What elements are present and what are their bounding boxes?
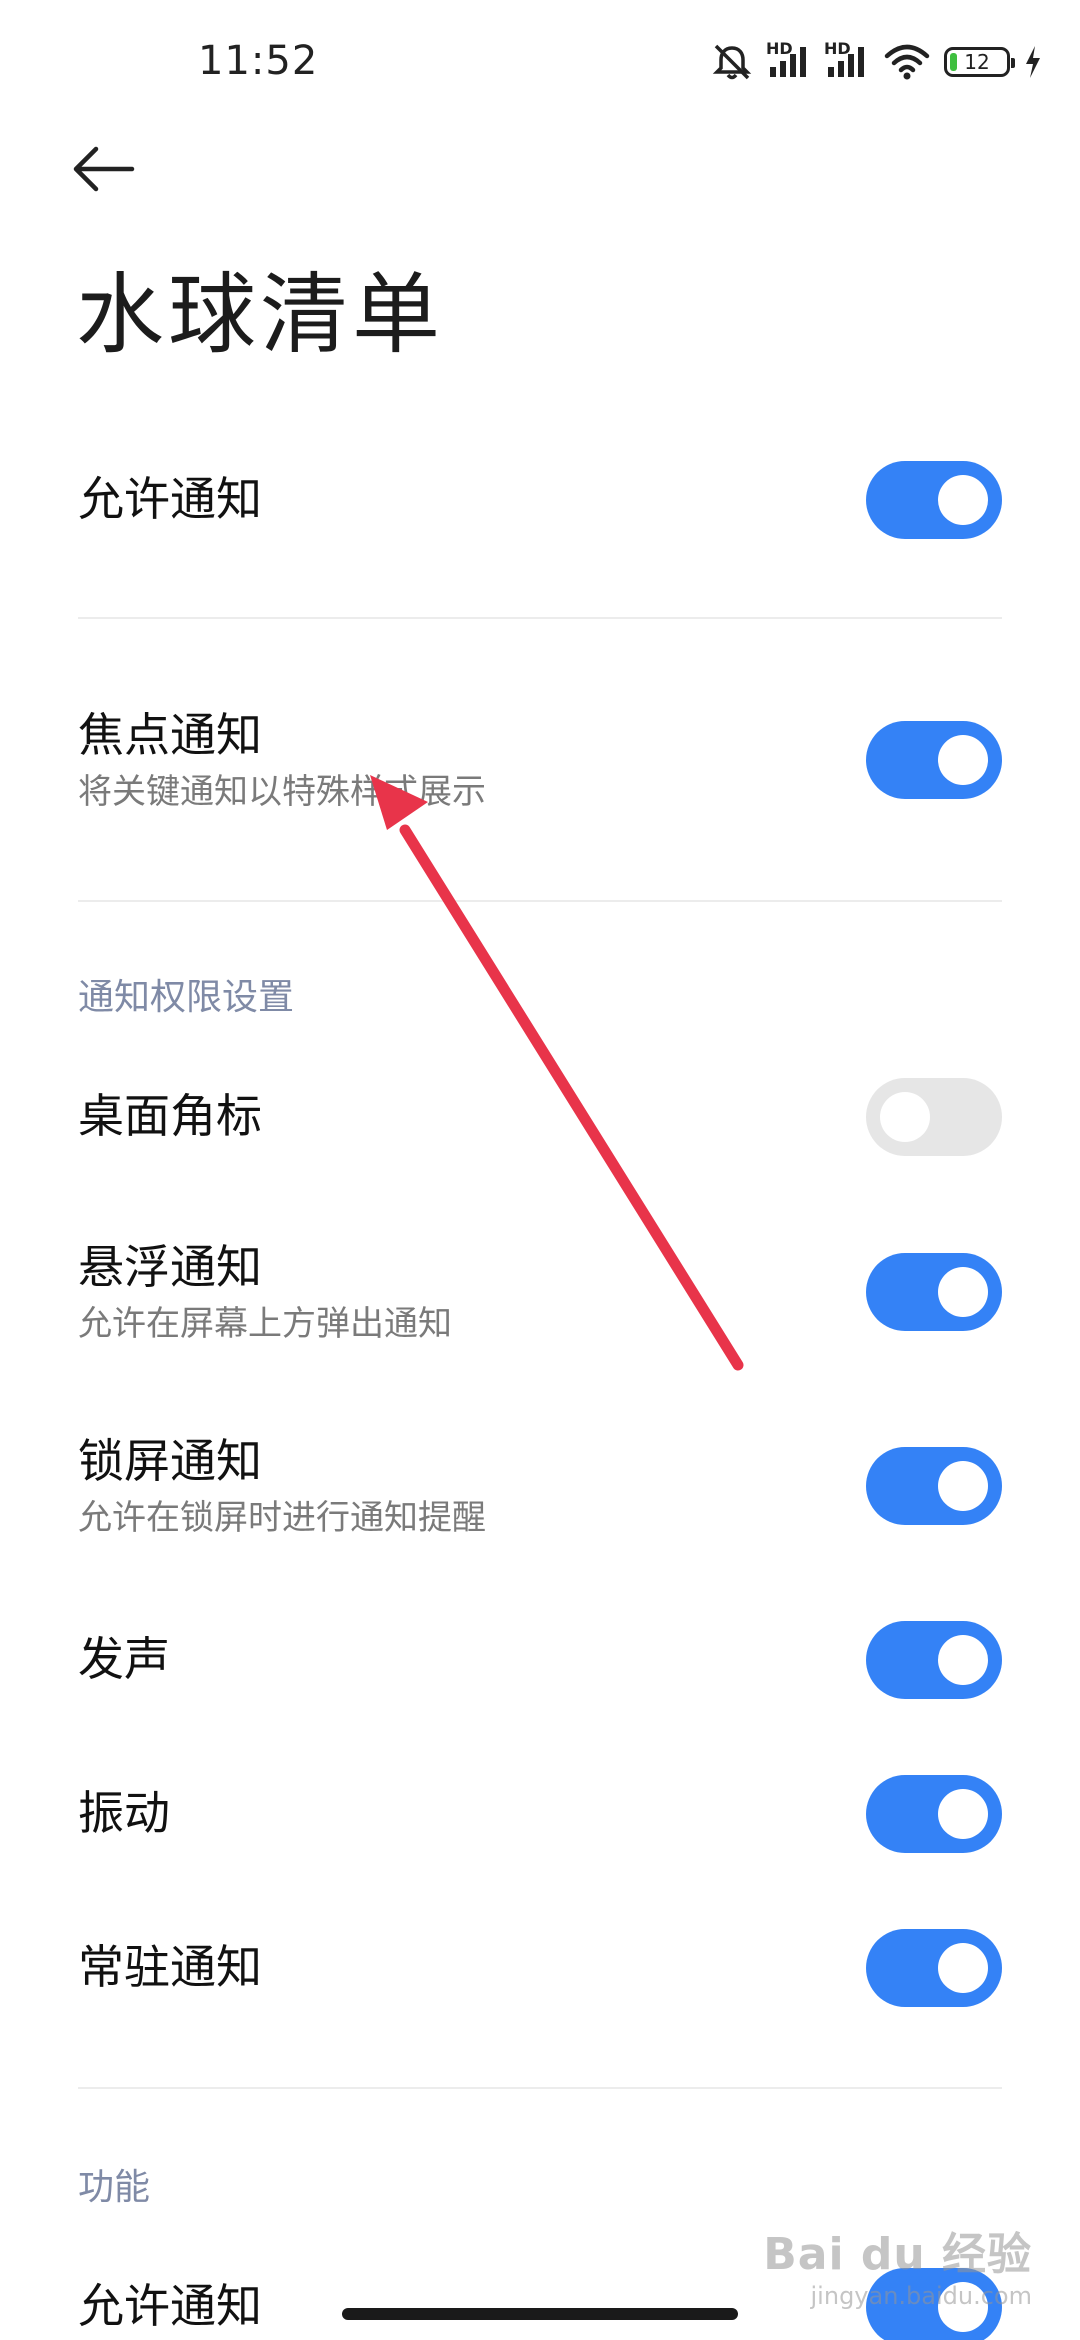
row-text: 发声	[78, 1631, 170, 1689]
row-title: 振动	[78, 1786, 170, 1841]
row-title: 焦点通知	[78, 708, 262, 762]
row-text: 振动	[78, 1785, 170, 1843]
floating-notifications-toggle[interactable]	[866, 1253, 1002, 1331]
toggle-knob	[938, 735, 988, 785]
back-button[interactable]	[72, 134, 152, 204]
watermark: Bai du 经验 jingyan.baidu.com	[763, 2218, 1032, 2310]
row-subtitle: 允许在屏幕上方弹出通知	[78, 1303, 452, 1344]
watermark-logo-text: Bai du 经验	[763, 2229, 1032, 2280]
focus-notifications-toggle[interactable]	[866, 721, 1002, 799]
row-focus-notifications[interactable]: 焦点通知 将关键通知以特殊样式展示	[78, 700, 1002, 820]
signal-group-1: HD	[766, 39, 812, 79]
row-title: 桌面角标	[78, 1089, 262, 1144]
hd-label: HD	[824, 39, 851, 58]
row-desktop-badge[interactable]: 桌面角标	[78, 1072, 1002, 1162]
row-persistent-notification[interactable]: 常驻通知	[78, 1923, 1002, 2013]
page-title: 水球清单	[76, 263, 445, 366]
row-title: 悬浮通知	[78, 1240, 262, 1294]
row-floating-notifications[interactable]: 悬浮通知 允许在屏幕上方弹出通知	[78, 1232, 1002, 1352]
vibrate-toggle[interactable]	[866, 1775, 1002, 1853]
wifi-icon	[884, 44, 930, 80]
toggle-knob	[880, 1092, 930, 1142]
toggle-knob	[938, 1267, 988, 1317]
row-text: 允许通知	[78, 471, 262, 529]
toggle-knob	[938, 1943, 988, 1993]
row-text: 桌面角标	[78, 1088, 262, 1146]
status-bar: 11:52 HD HD 12	[0, 0, 1080, 120]
back-arrow-icon	[73, 146, 135, 192]
lockscreen-notifications-toggle[interactable]	[866, 1447, 1002, 1525]
divider	[78, 617, 1002, 619]
row-text: 焦点通知 将关键通知以特殊样式展示	[78, 707, 486, 813]
toggle-knob	[938, 1461, 988, 1511]
row-title: 常驻通知	[78, 1940, 262, 1995]
row-lockscreen-notifications[interactable]: 锁屏通知 允许在锁屏时进行通知提醒	[78, 1426, 1002, 1546]
status-time: 11:52	[198, 38, 319, 84]
row-sound[interactable]: 发声	[78, 1615, 1002, 1705]
screen: 11:52 HD HD 12 水球清单 允许通知 焦点通知 将关键通知以特殊样式…	[0, 0, 1080, 2340]
row-subtitle: 将关键通知以特殊样式展示	[78, 771, 486, 812]
divider	[78, 2087, 1002, 2089]
divider	[78, 900, 1002, 902]
toggle-knob	[938, 1635, 988, 1685]
row-title: 允许通知	[78, 472, 262, 527]
battery-level: 12	[964, 50, 990, 74]
row-title: 锁屏通知	[78, 1434, 262, 1488]
persistent-notification-toggle[interactable]	[866, 1929, 1002, 2007]
allow-notifications-toggle[interactable]	[866, 461, 1002, 539]
watermark-url: jingyan.baidu.com	[810, 2282, 1032, 2310]
status-icons: HD HD 12	[710, 39, 1042, 84]
battery-fill	[950, 53, 957, 71]
row-text: 锁屏通知 允许在锁屏时进行通知提醒	[78, 1433, 486, 1539]
row-text: 常驻通知	[78, 1939, 262, 1997]
sound-toggle[interactable]	[866, 1621, 1002, 1699]
row-text: 悬浮通知 允许在屏幕上方弹出通知	[78, 1239, 452, 1345]
row-allow-notifications[interactable]: 允许通知	[78, 455, 1002, 545]
row-text: 允许通知	[78, 2278, 262, 2336]
row-title: 发声	[78, 1632, 170, 1687]
toggle-knob	[938, 1789, 988, 1839]
toggle-knob	[938, 475, 988, 525]
charging-icon	[1026, 46, 1040, 78]
row-subtitle: 允许在锁屏时进行通知提醒	[78, 1497, 486, 1538]
row-title: 允许通知	[78, 2279, 262, 2334]
hd-label: HD	[766, 39, 793, 58]
row-vibrate[interactable]: 振动	[78, 1769, 1002, 1859]
bell-off-icon	[712, 44, 752, 80]
battery-icon: 12	[944, 47, 1015, 77]
signal-group-2: HD	[824, 39, 870, 79]
desktop-badge-toggle[interactable]	[866, 1078, 1002, 1156]
home-indicator[interactable]	[342, 2308, 738, 2320]
section-header-permissions: 通知权限设置	[78, 977, 295, 1018]
section-header-features: 功能	[78, 2167, 151, 2208]
